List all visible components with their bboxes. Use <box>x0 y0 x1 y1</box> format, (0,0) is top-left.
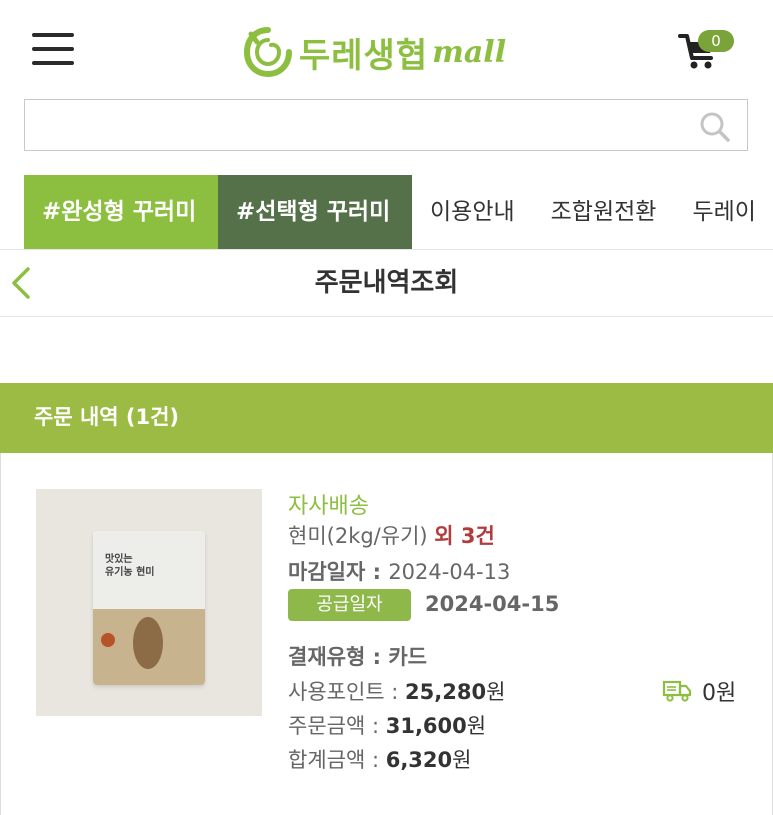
shipping-fee: 0원 <box>662 675 736 707</box>
search-input[interactable] <box>35 108 679 144</box>
cart-count-badge: 0 <box>698 30 734 52</box>
points-label: 사용포인트 : <box>288 680 406 704</box>
payment-type-label: 결재유형 : <box>288 645 389 669</box>
bag-label-line1: 맛있는 <box>105 554 133 565</box>
deadline-row: 마감일자 : 2024-04-13 <box>288 556 510 586</box>
order-amount-row: 주문금액 : 31,600원 <box>288 710 486 740</box>
grain-graphic <box>133 617 163 669</box>
tab-complete-package[interactable]: #완성형 꾸러미 <box>24 175 218 249</box>
order-amount-currency: 원 <box>466 714 487 738</box>
total-amount-label: 합계금액 : <box>288 748 386 772</box>
delivery-type: 자사배송 <box>288 494 369 519</box>
weight-badge <box>101 633 115 647</box>
deadline-label: 마감일자 : <box>288 560 389 584</box>
logo-icon <box>243 27 292 78</box>
points-currency: 원 <box>486 680 506 704</box>
tab-guide[interactable]: 이용안내 <box>412 175 533 249</box>
product-name-text: 현미(2kg/유기) <box>288 524 428 548</box>
supply-date-badge: 공급일자 <box>288 589 411 621</box>
category-tabs: #완성형 꾸러미 #선택형 꾸러미 이용안내 조합원전환 두레이 <box>24 175 773 249</box>
page-header: 주문내역조회 <box>0 249 773 317</box>
more-items-count: 외 3건 <box>434 524 495 548</box>
order-amount-label: 주문금액 : <box>288 714 386 738</box>
points-row: 사용포인트 : 25,280원 <box>288 676 505 706</box>
search-icon[interactable] <box>699 111 731 143</box>
page-title: 주문내역조회 <box>314 268 459 298</box>
deadline-date: 2024-04-13 <box>388 560 511 584</box>
total-amount-row: 합계금액 : 6,320원 <box>288 744 471 774</box>
order-amount-value: 31,600 <box>385 714 467 738</box>
order-section-title: 주문 내역 (1건) <box>34 405 180 429</box>
product-name[interactable]: 현미(2kg/유기) 외 3건 <box>288 520 495 550</box>
payment-type-value: 카드 <box>388 645 427 669</box>
supply-date: 2024-04-15 <box>425 592 560 616</box>
tab-dure[interactable]: 두레이 <box>674 175 773 249</box>
shipping-fee-value: 0원 <box>702 681 737 706</box>
logo-mall-text: mall <box>432 34 507 70</box>
bag-label-line2: 유기농 현미 <box>105 567 155 578</box>
search-bar <box>24 99 748 151</box>
order-section-header: 주문 내역 (1건) <box>0 383 773 453</box>
tab-member-conversion[interactable]: 조합원전환 <box>533 175 675 249</box>
total-amount-currency: 원 <box>452 748 472 772</box>
menu-icon[interactable] <box>32 33 74 65</box>
product-image[interactable]: 맛있는 유기농 현미 <box>36 489 262 716</box>
points-value: 25,280 <box>405 680 487 704</box>
cart-button[interactable]: 0 <box>678 30 742 70</box>
logo[interactable]: 두레생협 mall <box>243 22 506 82</box>
logo-text: 두레생협 <box>299 35 429 76</box>
total-amount-value: 6,320 <box>385 748 453 772</box>
tab-select-package[interactable]: #선택형 꾸러미 <box>218 175 412 249</box>
truck-icon <box>662 680 692 702</box>
payment-type-row: 결재유형 : 카드 <box>288 641 427 671</box>
rice-bag-illustration: 맛있는 유기농 현미 <box>93 531 205 685</box>
